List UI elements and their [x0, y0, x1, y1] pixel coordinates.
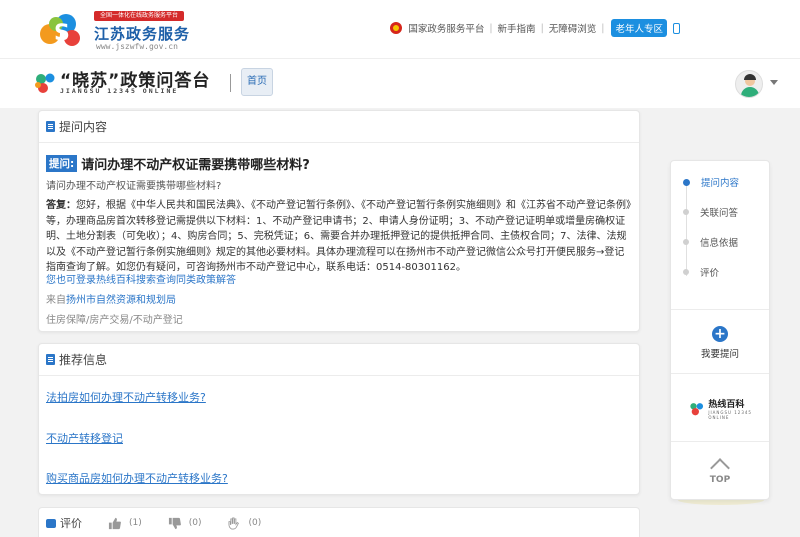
thumbs-up-icon	[108, 517, 121, 529]
home-button[interactable]: 首页	[241, 68, 273, 96]
mobile-phone-icon[interactable]	[673, 22, 680, 34]
nav-dot	[683, 269, 689, 275]
xiaosu-logo-icon[interactable]	[33, 70, 59, 96]
evaluation-label: 评价	[60, 517, 82, 530]
divider	[671, 441, 769, 442]
question-description: 请问办理不动产权证需要携带哪些材料?	[46, 181, 222, 192]
svg-text:S: S	[54, 21, 70, 46]
plus-icon: +	[712, 326, 728, 342]
nav-item-evaluation[interactable]: 评价	[671, 265, 719, 279]
divider	[671, 309, 769, 310]
site-title[interactable]: 江苏政务服务	[94, 23, 190, 44]
like-button[interactable]: (1)	[108, 517, 142, 530]
chevron-down-icon[interactable]	[770, 80, 778, 85]
national-emblem-icon	[390, 22, 403, 34]
dislike-count: (0)	[188, 518, 202, 528]
nav-label: 关联问答	[700, 208, 739, 219]
answer-label: 答复：	[46, 200, 76, 211]
ask-label: 我要提问	[700, 349, 739, 360]
category-tags: 住房保障/房产交易/不动产登记	[46, 315, 183, 326]
question-text: 请问办理不动产权证需要携带哪些材料?	[81, 158, 310, 173]
back-to-top-button[interactable]: TOP	[671, 457, 769, 485]
separator: |	[601, 22, 605, 34]
site-url: www.jszwfw.gov.cn	[96, 42, 178, 51]
top-links: 国家政务服务平台 | 新手指南 | 无障碍浏览 | 老年人专区	[390, 19, 680, 37]
question-card: 提问内容 提问: 请问办理不动产权证需要携带哪些材料? 请问办理不动产权证需要携…	[38, 110, 640, 332]
document-icon	[46, 121, 55, 132]
nav-label: 提问内容	[701, 178, 740, 189]
dislike-button[interactable]: (0)	[168, 517, 202, 530]
recommend-card: 推荐信息 法拍房如何办理不动产转移业务? 不动产转移登记 购买商品房如何办理不动…	[38, 343, 640, 495]
like-count: (1)	[129, 518, 142, 528]
recommend-link[interactable]: 不动产转移登记	[46, 430, 123, 446]
logo-badge: 全国一体化在线政务服务平台	[94, 11, 184, 21]
divider	[230, 74, 231, 92]
clap-button[interactable]: (0)	[228, 517, 262, 530]
separator: |	[489, 22, 493, 34]
avatar-hair	[744, 74, 756, 80]
ask-question-button[interactable]: + 我要提问	[671, 326, 769, 360]
nav-item-basis[interactable]: 信息依据	[671, 235, 738, 249]
hand-icon	[228, 517, 239, 529]
avatar-body	[741, 87, 759, 97]
answer-text: 答复：您好，根据《中华人民共和国民法典》、《不动产登记暂行条例》、《不动产登记暂…	[46, 198, 631, 276]
link-national-platform[interactable]: 国家政务服务平台	[408, 21, 484, 35]
hotline-logo-icon	[690, 402, 704, 415]
source-org-link[interactable]: 扬州市自然资源和规划局	[66, 295, 176, 306]
nav-timeline	[686, 181, 687, 276]
hotline-subtitle: JIANGSU 12345 ONLINE	[708, 410, 752, 420]
link-accessibility[interactable]: 无障碍浏览	[549, 21, 597, 35]
question-card-header: 提问内容	[39, 111, 639, 143]
evaluation-bar: 评价 (1) (0) (0)	[38, 507, 640, 537]
recommend-link[interactable]: 购买商品房如何办理不动产转移业务?	[46, 470, 228, 486]
section-title: 提问内容	[59, 120, 108, 134]
jiangsu-logo-icon[interactable]: S	[36, 10, 88, 48]
hotline-text: 热线百科 JIANGSU 12345 ONLINE	[708, 397, 769, 420]
nav-dot	[683, 239, 689, 245]
thumbs-down-icon	[168, 517, 181, 529]
top-header: S 全国一体化在线政务服务平台 江苏政务服务 www.jszwfw.gov.cn…	[0, 0, 800, 58]
document-icon	[46, 354, 55, 365]
link-beginner-guide[interactable]: 新手指南	[498, 21, 536, 35]
comment-icon	[46, 518, 56, 528]
separator: |	[540, 22, 544, 34]
section-title: 推荐信息	[59, 353, 108, 367]
divider	[671, 373, 769, 374]
clap-count: (0)	[248, 518, 262, 528]
user-avatar[interactable]	[735, 70, 763, 98]
elder-mode-button[interactable]: 老年人专区	[611, 19, 667, 37]
recommend-card-header: 推荐信息	[39, 344, 639, 376]
recommend-link[interactable]: 法拍房如何办理不动产转移业务?	[46, 389, 206, 405]
answer-source: 来自扬州市自然资源和规划局	[46, 291, 176, 306]
hotline-title: 热线百科	[708, 400, 745, 410]
hotline-wiki-link[interactable]: 热线百科 JIANGSU 12345 ONLINE	[689, 397, 769, 420]
nav-item-question[interactable]: 提问内容	[671, 175, 739, 189]
source-prefix: 来自	[46, 295, 66, 306]
nav-dot	[683, 178, 690, 186]
hotline-search-link[interactable]: 您也可登录热线百科搜索查询同类政策解答	[46, 271, 236, 286]
nav-label: 信息依据	[700, 238, 739, 249]
right-nav: 提问内容 关联问答 信息依据 评价 + 我要提问 热线百科 JIANGSU 12…	[670, 160, 770, 500]
nav-label: 评价	[700, 268, 720, 279]
nav-dot	[683, 209, 689, 215]
question-title: 提问: 请问办理不动产权证需要携带哪些材料?	[46, 154, 310, 173]
question-tag: 提问:	[46, 155, 78, 172]
nav-item-related[interactable]: 关联问答	[671, 205, 738, 219]
answer-body: 您好，根据《中华人民共和国民法典》、《不动产登记暂行条例》、《不动产登记暂行条例…	[46, 200, 631, 273]
brand-subtitle: JIANGSU 12345 ONLINE	[60, 87, 179, 95]
